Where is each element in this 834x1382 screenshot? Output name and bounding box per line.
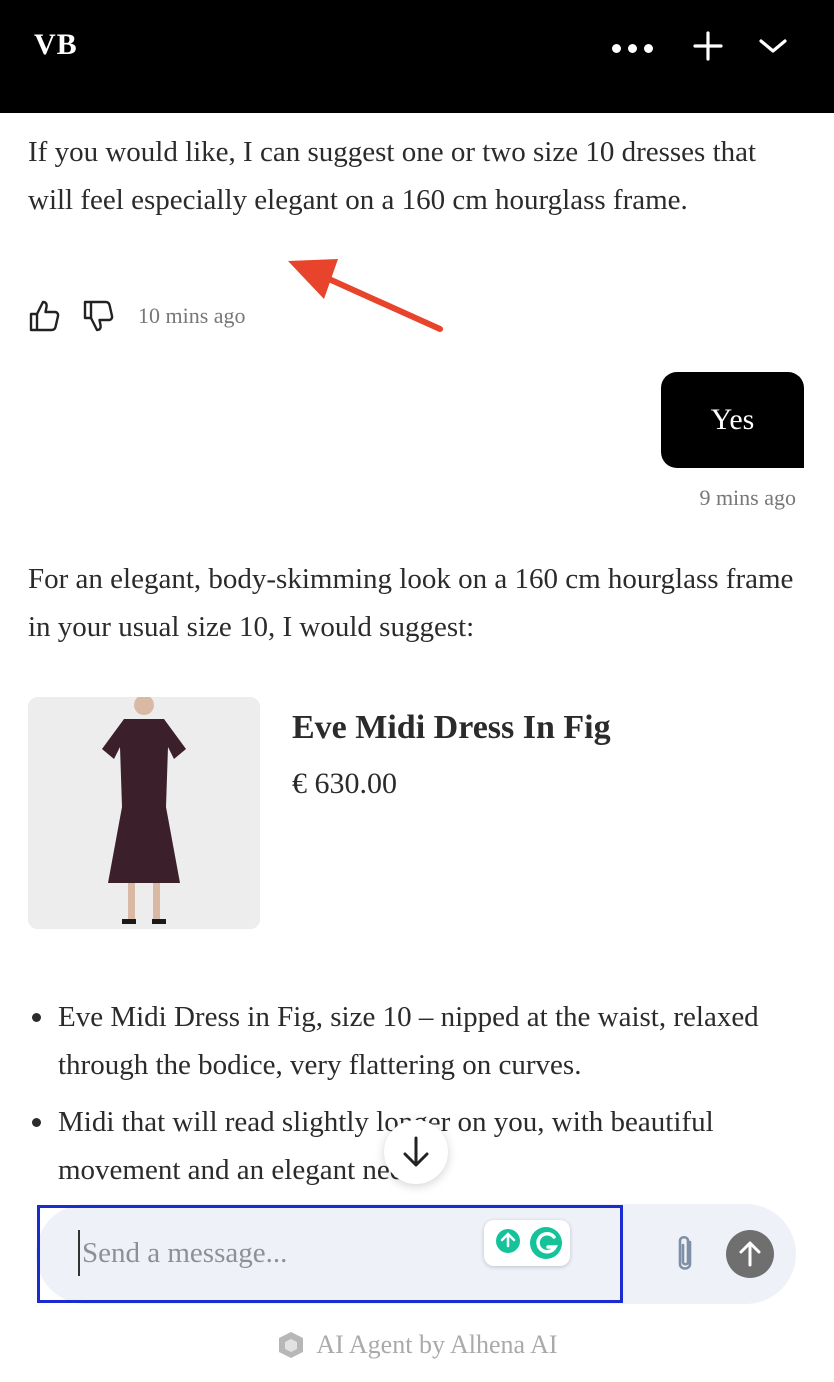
annotation-arrow-icon	[288, 259, 443, 332]
send-button[interactable]	[726, 1230, 774, 1278]
chat-header: VB	[0, 0, 834, 113]
alhena-logo-icon	[279, 1332, 304, 1358]
powered-by-footer: AI Agent by Alhena AI	[0, 1330, 834, 1360]
bot-message: For an elegant, body-skimming look on a …	[28, 563, 794, 643]
product-card[interactable]: Eve Midi Dress In Fig € 630.00	[28, 697, 788, 929]
grammarly-widget[interactable]	[484, 1220, 570, 1266]
footer-text[interactable]: AI Agent by Alhena AI	[316, 1330, 557, 1360]
scroll-down-button[interactable]	[384, 1120, 448, 1184]
new-chat-icon[interactable]	[692, 30, 724, 62]
arrow-down-icon	[403, 1136, 429, 1167]
chevron-down-icon[interactable]	[757, 34, 789, 58]
message-feedback: 10 mins ago	[28, 299, 246, 333]
chat-thread[interactable]: If you would like, I can suggest one or …	[0, 113, 834, 1203]
user-message: Yes	[661, 372, 804, 468]
brand-logo: VB	[34, 28, 78, 61]
arrow-up-icon	[739, 1241, 761, 1267]
thumbs-down-icon[interactable]	[82, 299, 114, 333]
message-timestamp: 9 mins ago	[699, 485, 796, 510]
message-timestamp: 10 mins ago	[138, 303, 246, 328]
product-image[interactable]	[28, 697, 260, 929]
bot-message: If you would like, I can suggest one or …	[28, 136, 757, 216]
message-input[interactable]	[78, 1230, 478, 1276]
product-name[interactable]: Eve Midi Dress In Fig	[292, 709, 611, 747]
product-price: € 630.00	[292, 767, 397, 800]
thumbs-up-icon[interactable]	[28, 299, 60, 333]
message-composer	[36, 1204, 796, 1304]
list-item: Eve Midi Dress in Fig, size 10 – nipped …	[28, 993, 798, 1089]
more-options-icon[interactable]	[612, 44, 653, 53]
paperclip-icon[interactable]	[668, 1232, 702, 1276]
